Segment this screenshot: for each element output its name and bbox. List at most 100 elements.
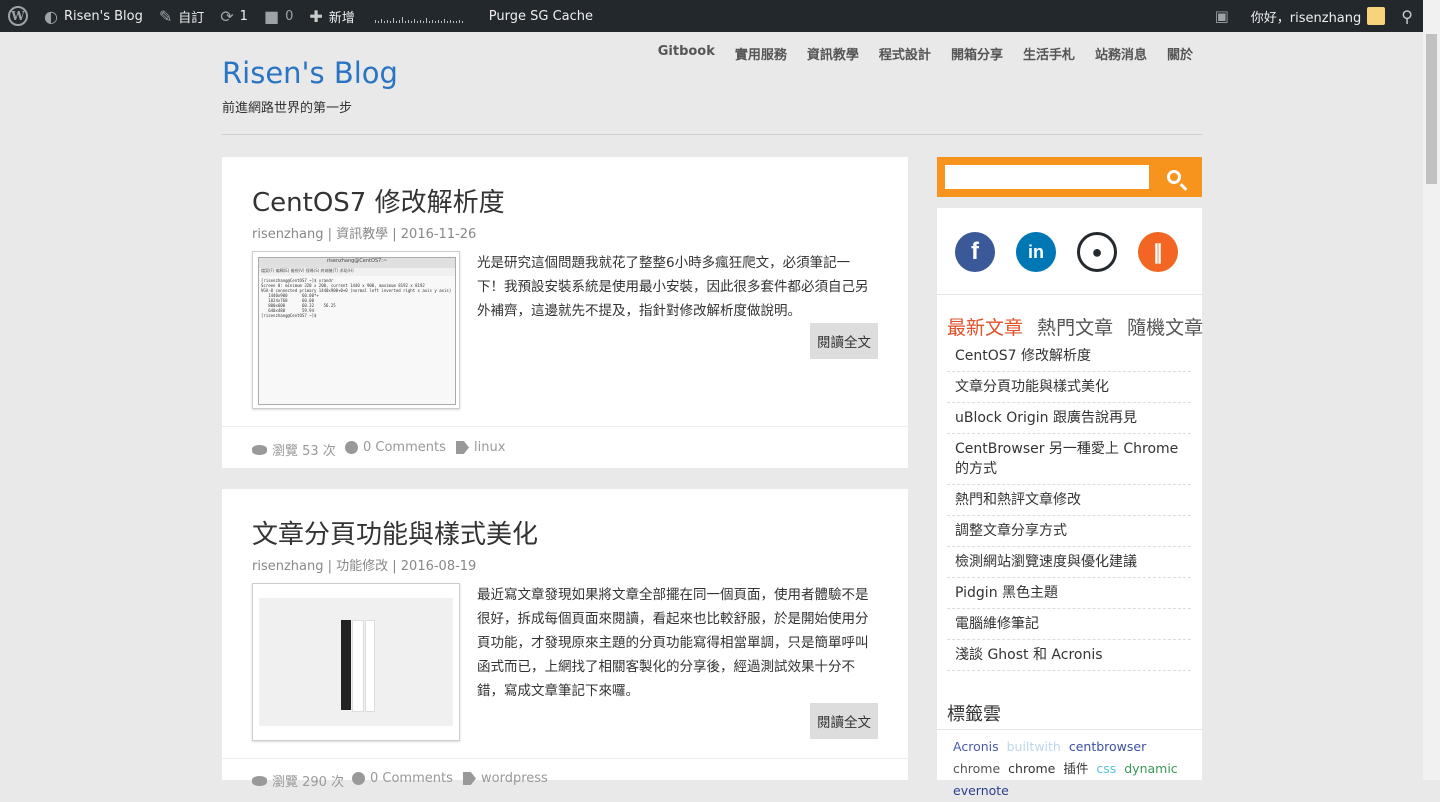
post-excerpt: 最近寫文章發現如果將文章全部擺在同一個頁面，使用者體驗不是很好，拆成每個頁面來閱… (477, 587, 869, 699)
nav-item-programming[interactable]: 程式設計 (879, 44, 931, 63)
tag-icon (463, 772, 476, 785)
tab-random[interactable]: 隨機文章 (1127, 317, 1203, 339)
widget-tabs: 最新文章 熱門文章 隨機文章 (947, 313, 1211, 340)
new-content-label: 新增 (328, 10, 355, 26)
nav-item-unboxing[interactable]: 開箱分享 (951, 44, 1003, 63)
pagination-screenshot (259, 598, 453, 726)
read-more-button[interactable]: 閱讀全文 (810, 323, 878, 359)
nav-item-gitbook[interactable]: Gitbook (658, 44, 715, 63)
comment-icon (345, 441, 358, 454)
nav-item-tutorials[interactable]: 資訊教學 (807, 44, 859, 63)
purge-cache-label: Purge SG Cache (488, 8, 594, 24)
comment-icon (352, 772, 365, 785)
tag-link[interactable]: css (1096, 761, 1116, 776)
header-divider (222, 134, 1202, 135)
tag-link[interactable]: dynamic (1124, 761, 1177, 776)
tag-link[interactable]: 插件 (1063, 761, 1088, 776)
post-views: 瀏覽 53 次 (252, 440, 336, 459)
updates-menu[interactable]: ⟳ 1 (212, 0, 256, 32)
main-nav: Gitbook 實用服務 資訊教學 程式設計 開箱分享 生活手札 站務消息 關於 (638, 44, 1193, 63)
post-thumbnail[interactable] (252, 583, 460, 741)
post-thumbnail[interactable]: risenzhang@CentOS7:~ 檔案(F) 編輯(E) 檢視(V) 搜… (252, 251, 460, 409)
page-scrollbar[interactable] (1423, 0, 1440, 780)
linkedin-icon[interactable]: in (1016, 232, 1056, 272)
scrollbar-thumb[interactable] (1426, 34, 1437, 184)
list-item[interactable]: CentOS7 修改解析度 (947, 341, 1191, 372)
customize-label: 自訂 (178, 10, 205, 26)
tab-popular[interactable]: 熱門文章 (1037, 317, 1113, 339)
nav-item-news[interactable]: 站務消息 (1095, 44, 1147, 63)
site-name-label: Risen's Blog (63, 8, 143, 24)
nav-item-about[interactable]: 關於 (1167, 44, 1193, 63)
list-item[interactable]: CentBrowser 另一種愛上 Chrome的方式 (947, 434, 1191, 485)
post-comments-link[interactable]: 0 Comments (352, 771, 453, 786)
posts-widget: 最新文章 熱門文章 隨機文章 CentOS7 修改解析度 文章分頁功能與樣式美化… (937, 295, 1203, 798)
facebook-icon[interactable]: f (955, 232, 995, 272)
list-item[interactable]: Pidgin 黑色主題 (947, 578, 1191, 609)
tagcloud-divider (937, 729, 1202, 730)
tag-link[interactable]: Acronis (953, 739, 999, 754)
post-title[interactable]: CentOS7 修改解析度 (252, 182, 505, 219)
dashboard-icon: ◐ (44, 6, 58, 26)
terminal-screenshot: risenzhang@CentOS7:~ 檔案(F) 編輯(E) 檢視(V) 搜… (258, 257, 456, 405)
tag-label: linux (474, 440, 506, 455)
tag-link[interactable]: evernote (953, 783, 1009, 798)
post-tag-link[interactable]: linux (456, 440, 505, 455)
stats-sparkline[interactable] (363, 0, 481, 32)
tag-link[interactable]: centbrowser (1069, 739, 1146, 754)
notification-menu[interactable]: ▣ (1207, 0, 1243, 32)
search-icon (1167, 170, 1181, 184)
adminbar-search[interactable]: ⚲ (1391, 0, 1423, 32)
terminal-title: risenzhang@CentOS7:~ (259, 258, 455, 268)
list-item[interactable]: 熱門和熱評文章修改 (947, 485, 1191, 516)
tab-recent[interactable]: 最新文章 (947, 317, 1023, 339)
list-item[interactable]: 電腦維修筆記 (947, 609, 1191, 640)
site-name-menu[interactable]: ◐ Risen's Blog (36, 0, 151, 32)
nav-item-services[interactable]: 實用服務 (735, 44, 787, 63)
tag-link[interactable]: chrome (953, 761, 1000, 776)
site-title[interactable]: Risen's Blog (222, 56, 398, 90)
thumb-strip (341, 620, 351, 710)
search-input[interactable] (945, 165, 1149, 189)
github-icon[interactable]: ● (1077, 232, 1117, 272)
customize-menu[interactable]: ✎ 自訂 (151, 0, 212, 32)
my-account-menu[interactable]: 你好，risenzhang (1243, 0, 1392, 32)
post-tag-link[interactable]: wordpress (463, 771, 548, 786)
nav-item-life[interactable]: 生活手札 (1023, 44, 1075, 63)
rss-icon[interactable]: ∥ (1138, 232, 1178, 272)
list-item[interactable]: 調整文章分享方式 (947, 516, 1191, 547)
sidebar-search (937, 157, 1202, 197)
post-excerpt: 光是研究這個問題我就花了整整6小時多瘋狂爬文，必須筆記一下！我預設安裝系統是使用… (477, 255, 869, 319)
recent-posts-list: CentOS7 修改解析度 文章分頁功能與樣式美化 uBlock Origin … (947, 341, 1191, 671)
tag-icon (456, 441, 469, 454)
terminal-menu: 檔案(F) 編輯(E) 檢視(V) 搜尋(S) 終端機(T) 求助(H) (259, 268, 455, 276)
views-label: 瀏覽 290 次 (272, 775, 345, 790)
greeting-label: 你好，risenzhang (1250, 10, 1362, 26)
list-item[interactable]: uBlock Origin 跟廣告說再見 (947, 403, 1191, 434)
notification-icon: ▣ (1214, 7, 1229, 25)
search-button[interactable] (1151, 163, 1197, 191)
post-comments-link[interactable]: 0 Comments (345, 440, 446, 455)
refresh-icon: ⟳ (220, 6, 234, 26)
post-title[interactable]: 文章分頁功能與樣式美化 (252, 514, 538, 551)
list-item[interactable]: 檢測網站瀏覽速度與優化建議 (947, 547, 1191, 578)
list-item[interactable]: 文章分頁功能與樣式美化 (947, 372, 1191, 403)
brush-icon: ✎ (158, 6, 173, 26)
comments-menu[interactable]: ■ 0 (256, 0, 301, 32)
comments-label: 0 Comments (370, 771, 453, 786)
read-more-button[interactable]: 閱讀全文 (810, 703, 878, 739)
purge-cache-button[interactable]: Purge SG Cache (481, 0, 601, 32)
post-card: 文章分頁功能與樣式美化 risenzhang | 功能修改 | 2016-08-… (222, 489, 908, 790)
social-links: f in ● ∥ (937, 208, 1202, 295)
tag-link[interactable]: builtwith (1007, 739, 1061, 754)
tag-link[interactable]: chrome (1008, 761, 1055, 776)
new-content-menu[interactable]: ✚ 新增 (301, 0, 362, 32)
list-item[interactable]: 淺談 Ghost 和 Acronis (947, 640, 1191, 671)
site-tagline: 前進網路世界的第一步 (222, 101, 353, 116)
wordpress-icon: W (8, 6, 28, 26)
wp-logo-menu[interactable]: W (0, 0, 36, 32)
post-footer: 瀏覽 53 次 0 Comments linux (222, 426, 908, 469)
views-label: 瀏覽 53 次 (272, 444, 336, 459)
post-meta: risenzhang | 功能修改 | 2016-08-19 (252, 559, 477, 574)
post-card: CentOS7 修改解析度 risenzhang | 資訊教學 | 2016-1… (222, 157, 908, 468)
